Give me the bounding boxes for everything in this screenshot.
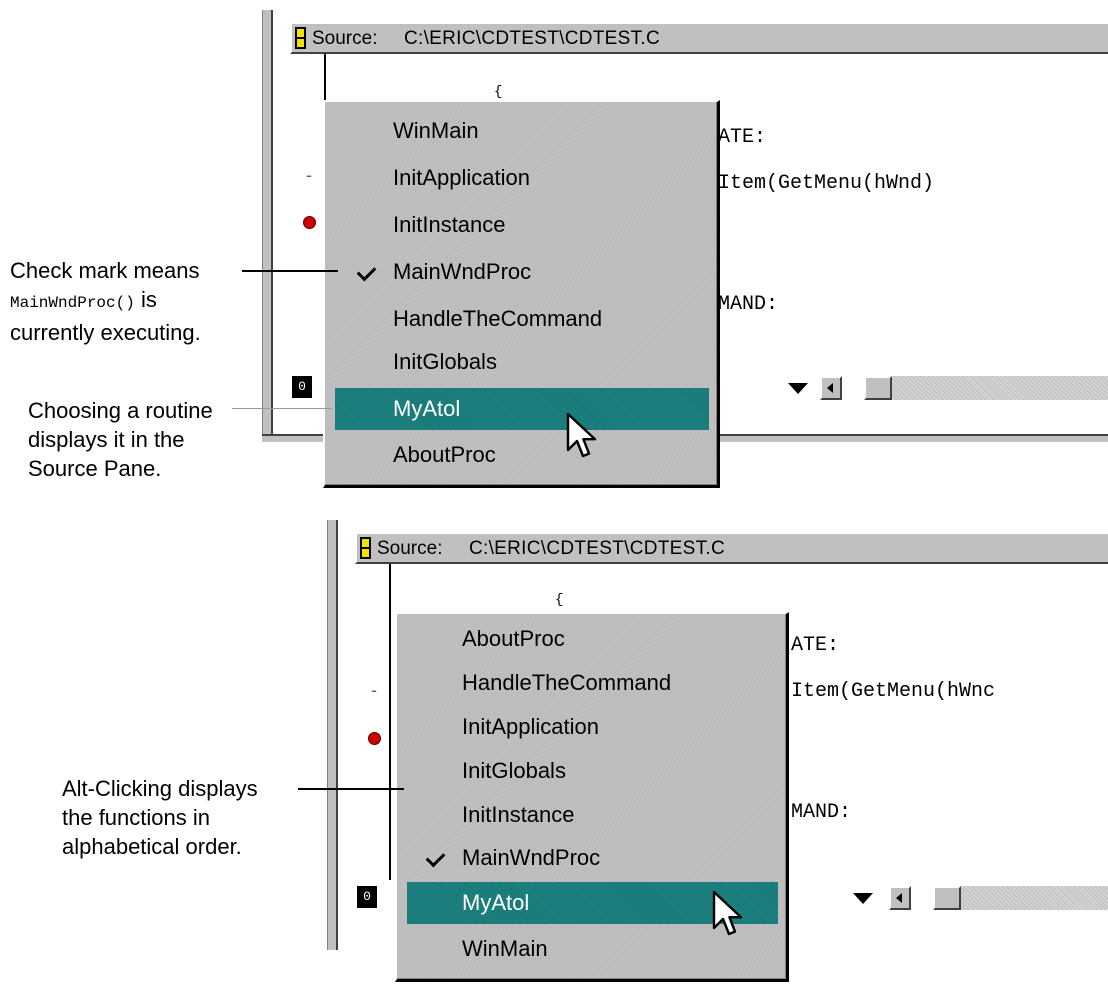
menu-item-initapplication[interactable]: InitApplication [397, 708, 786, 746]
scroll-left-button[interactable] [889, 886, 911, 910]
annotation-leader-line [242, 270, 338, 272]
line-marker-dash: - [306, 165, 312, 185]
code-brace: { [555, 592, 564, 608]
dropdown-arrow-icon[interactable] [788, 383, 808, 394]
annotation-choosing: Choosing a routine displays it in the So… [28, 398, 213, 481]
annotation-alt-click: Alt-Clicking displays the functions in a… [62, 776, 258, 859]
breakpoint-icon[interactable] [368, 732, 381, 745]
scroll-left-button[interactable] [820, 376, 842, 400]
code-line: ATE: [791, 634, 840, 657]
code-line: Item(GetMenu(hWnc [791, 680, 996, 703]
scroll-thumb[interactable] [933, 886, 961, 910]
code-brace: { [494, 84, 503, 100]
source-file-path: C:\ERIC\CDTEST\CDTEST.C [469, 538, 726, 559]
scroll-track[interactable] [892, 376, 1108, 400]
line-marker-dash: - [371, 680, 377, 700]
menu-item-aboutproc[interactable]: AboutProc [325, 436, 717, 474]
code-line: MAND: [791, 801, 852, 824]
source-pane-icon [295, 27, 306, 49]
mouse-pointer-icon [566, 412, 597, 458]
source-pane-titlebar[interactable]: Source: C:\ERIC\CDTEST\CDTEST.C [355, 532, 1108, 564]
menu-item-mainwndproc[interactable]: MainWndProc [325, 253, 717, 291]
menu-item-aboutproc[interactable]: AboutProc [397, 620, 786, 658]
window-frame-left [327, 520, 338, 950]
scroll-track[interactable] [961, 886, 1108, 910]
breakpoint-gutter[interactable] [363, 564, 391, 880]
breakpoint-gutter[interactable] [298, 54, 326, 370]
window-frame-left [262, 10, 273, 442]
source-pane-icon [360, 537, 371, 559]
menu-item-mainwndproc[interactable]: MainWndProc [397, 839, 786, 877]
menu-item-initglobals[interactable]: InitGlobals [325, 343, 717, 381]
breakpoint-icon[interactable] [303, 216, 316, 229]
annotation-leader-line [298, 788, 404, 790]
source-label: Source: [377, 538, 443, 559]
menu-item-initinstance[interactable]: InitInstance [397, 796, 786, 834]
source-pane-titlebar[interactable]: Source: C:\ERIC\CDTEST\CDTEST.C [290, 22, 1108, 54]
menu-item-initinstance[interactable]: InitInstance [325, 206, 717, 244]
function-popup-menu[interactable]: WinMain InitApplication InitInstance Mai… [323, 100, 720, 488]
status-icon: 0 [292, 376, 312, 398]
annotation-check-mark: Check mark means MainWndProc() is curren… [10, 258, 201, 345]
code-line: ATE: [718, 126, 767, 149]
dropdown-arrow-icon[interactable] [853, 893, 873, 904]
menu-item-myatol[interactable]: MyAtol [335, 388, 709, 430]
status-icon: 0 [357, 886, 377, 908]
code-line: MAND: [718, 293, 779, 316]
menu-item-handlethecommand[interactable]: HandleTheCommand [397, 664, 786, 702]
check-mark-icon [425, 847, 446, 868]
source-file-path: C:\ERIC\CDTEST\CDTEST.C [404, 28, 661, 49]
mouse-pointer-icon [712, 890, 743, 936]
scroll-thumb[interactable] [864, 376, 892, 400]
menu-item-initglobals[interactable]: InitGlobals [397, 752, 786, 790]
menu-item-handlethecommand[interactable]: HandleTheCommand [325, 300, 717, 338]
source-label: Source: [312, 28, 378, 49]
annotation-leader-line [232, 408, 332, 409]
menu-item-initapplication[interactable]: InitApplication [325, 159, 717, 197]
code-line: Item(GetMenu(hWnd) [718, 172, 935, 195]
menu-item-winmain[interactable]: WinMain [325, 112, 717, 150]
check-mark-icon [356, 261, 377, 282]
